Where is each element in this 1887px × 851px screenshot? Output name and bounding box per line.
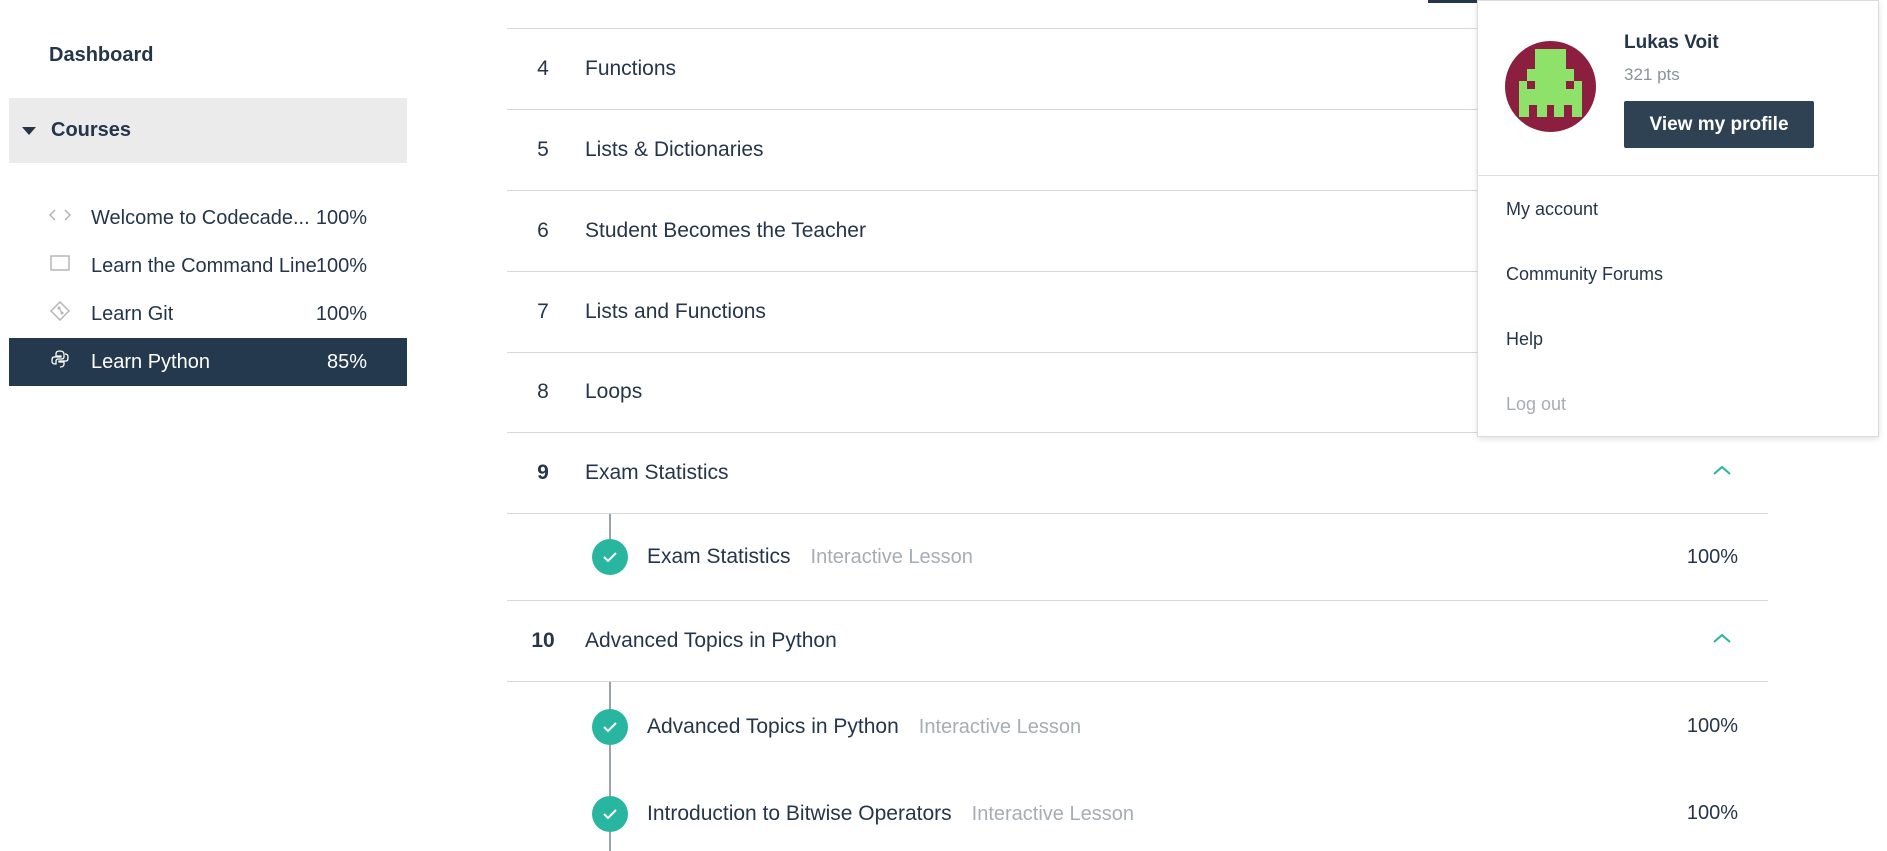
code-brackets-icon: [49, 204, 71, 226]
course-percent: 85%: [326, 350, 367, 373]
unit-number: 10: [531, 629, 555, 652]
course-title: Welcome to Codecade...: [91, 206, 310, 229]
terminal-window-icon: [49, 252, 71, 274]
unit-number: 8: [537, 380, 549, 403]
git-diamond-icon: [49, 300, 71, 322]
chevron-up-icon[interactable]: [1712, 631, 1732, 645]
unit-title: Lists & Dictionaries: [585, 138, 764, 161]
lesson-title: Exam Statistics Interactive Lesson: [647, 545, 973, 568]
lesson-percent: 100%: [1686, 802, 1738, 824]
courses-label: Courses: [51, 119, 132, 141]
avatar[interactable]: [1505, 41, 1596, 132]
lesson-type: Interactive Lesson: [810, 546, 973, 568]
lesson-type: Interactive Lesson: [971, 802, 1134, 825]
course-title: Learn Python: [91, 350, 210, 373]
course-item-command-line[interactable]: Learn the Command Line 100%: [9, 242, 407, 290]
user-menu-dropdown: Lukas Voit 321 pts View my profile My ac…: [1477, 0, 1879, 437]
python-logo-icon: [49, 348, 71, 370]
unit-row-expanded[interactable]: 9 Exam Statistics: [507, 433, 1768, 514]
courses-section-header[interactable]: Courses: [9, 98, 407, 163]
lesson-percent: 100%: [1686, 545, 1738, 568]
header-active-indicator: [1428, 0, 1480, 3]
menu-item-log-out[interactable]: Log out: [1506, 394, 1566, 415]
unit-title: Functions: [585, 57, 677, 80]
course-percent: 100%: [315, 254, 367, 277]
unit-number: 7: [537, 300, 549, 323]
lesson-row[interactable]: Introduction to Bitwise Operators Interac…: [507, 770, 1768, 851]
unit-title: Lists and Functions: [585, 300, 766, 323]
course-item-welcome[interactable]: Welcome to Codecade... 100%: [9, 194, 407, 242]
lesson-title: Introduction to Bitwise Operators Interac…: [647, 801, 1134, 825]
unit-title: Advanced Topics in Python: [585, 629, 837, 652]
check-complete-icon: [592, 539, 628, 575]
unit-number: 6: [537, 219, 549, 242]
lesson-title: Advanced Topics in Python Interactive Les…: [647, 714, 1082, 738]
menu-item-help[interactable]: Help: [1506, 329, 1543, 350]
course-title: Learn Git: [91, 302, 174, 325]
lesson-type: Interactive Lesson: [918, 715, 1082, 738]
unit-title: Exam Statistics: [585, 461, 729, 484]
unit-row-expanded[interactable]: 10 Advanced Topics in Python: [507, 601, 1768, 682]
course-item-git[interactable]: Learn Git 100%: [9, 290, 407, 338]
unit-number: 5: [537, 138, 549, 161]
sidebar: Dashboard Courses Welcome to Codecade...…: [0, 0, 410, 851]
unit-number: 9: [537, 461, 549, 484]
unit-number: 4: [537, 57, 549, 80]
unit-title: Loops: [585, 380, 643, 403]
check-complete-icon: [592, 795, 628, 832]
course-percent: 100%: [315, 302, 367, 325]
lesson-row[interactable]: Advanced Topics in Python Interactive Les…: [507, 683, 1768, 770]
user-points: 321 pts: [1624, 65, 1680, 84]
unit-title: Student Becomes the Teacher: [585, 219, 866, 242]
course-item-python[interactable]: Learn Python 85%: [9, 338, 407, 386]
user-name: Lukas Voit: [1624, 32, 1719, 53]
chevron-up-icon[interactable]: [1712, 463, 1732, 477]
lesson-percent: 100%: [1686, 715, 1738, 737]
menu-item-community-forums[interactable]: Community Forums: [1506, 264, 1663, 285]
course-percent: 100%: [315, 206, 367, 229]
course-title: Learn the Command Line: [91, 254, 317, 277]
lesson-row[interactable]: Exam Statistics Interactive Lesson 100%: [507, 514, 1768, 601]
check-complete-icon: [592, 708, 628, 745]
divider: [1478, 175, 1878, 176]
dashboard-link[interactable]: Dashboard: [49, 44, 153, 67]
menu-item-my-account[interactable]: My account: [1506, 199, 1598, 220]
caret-down-icon: [22, 126, 36, 135]
view-profile-button[interactable]: View my profile: [1624, 101, 1814, 148]
